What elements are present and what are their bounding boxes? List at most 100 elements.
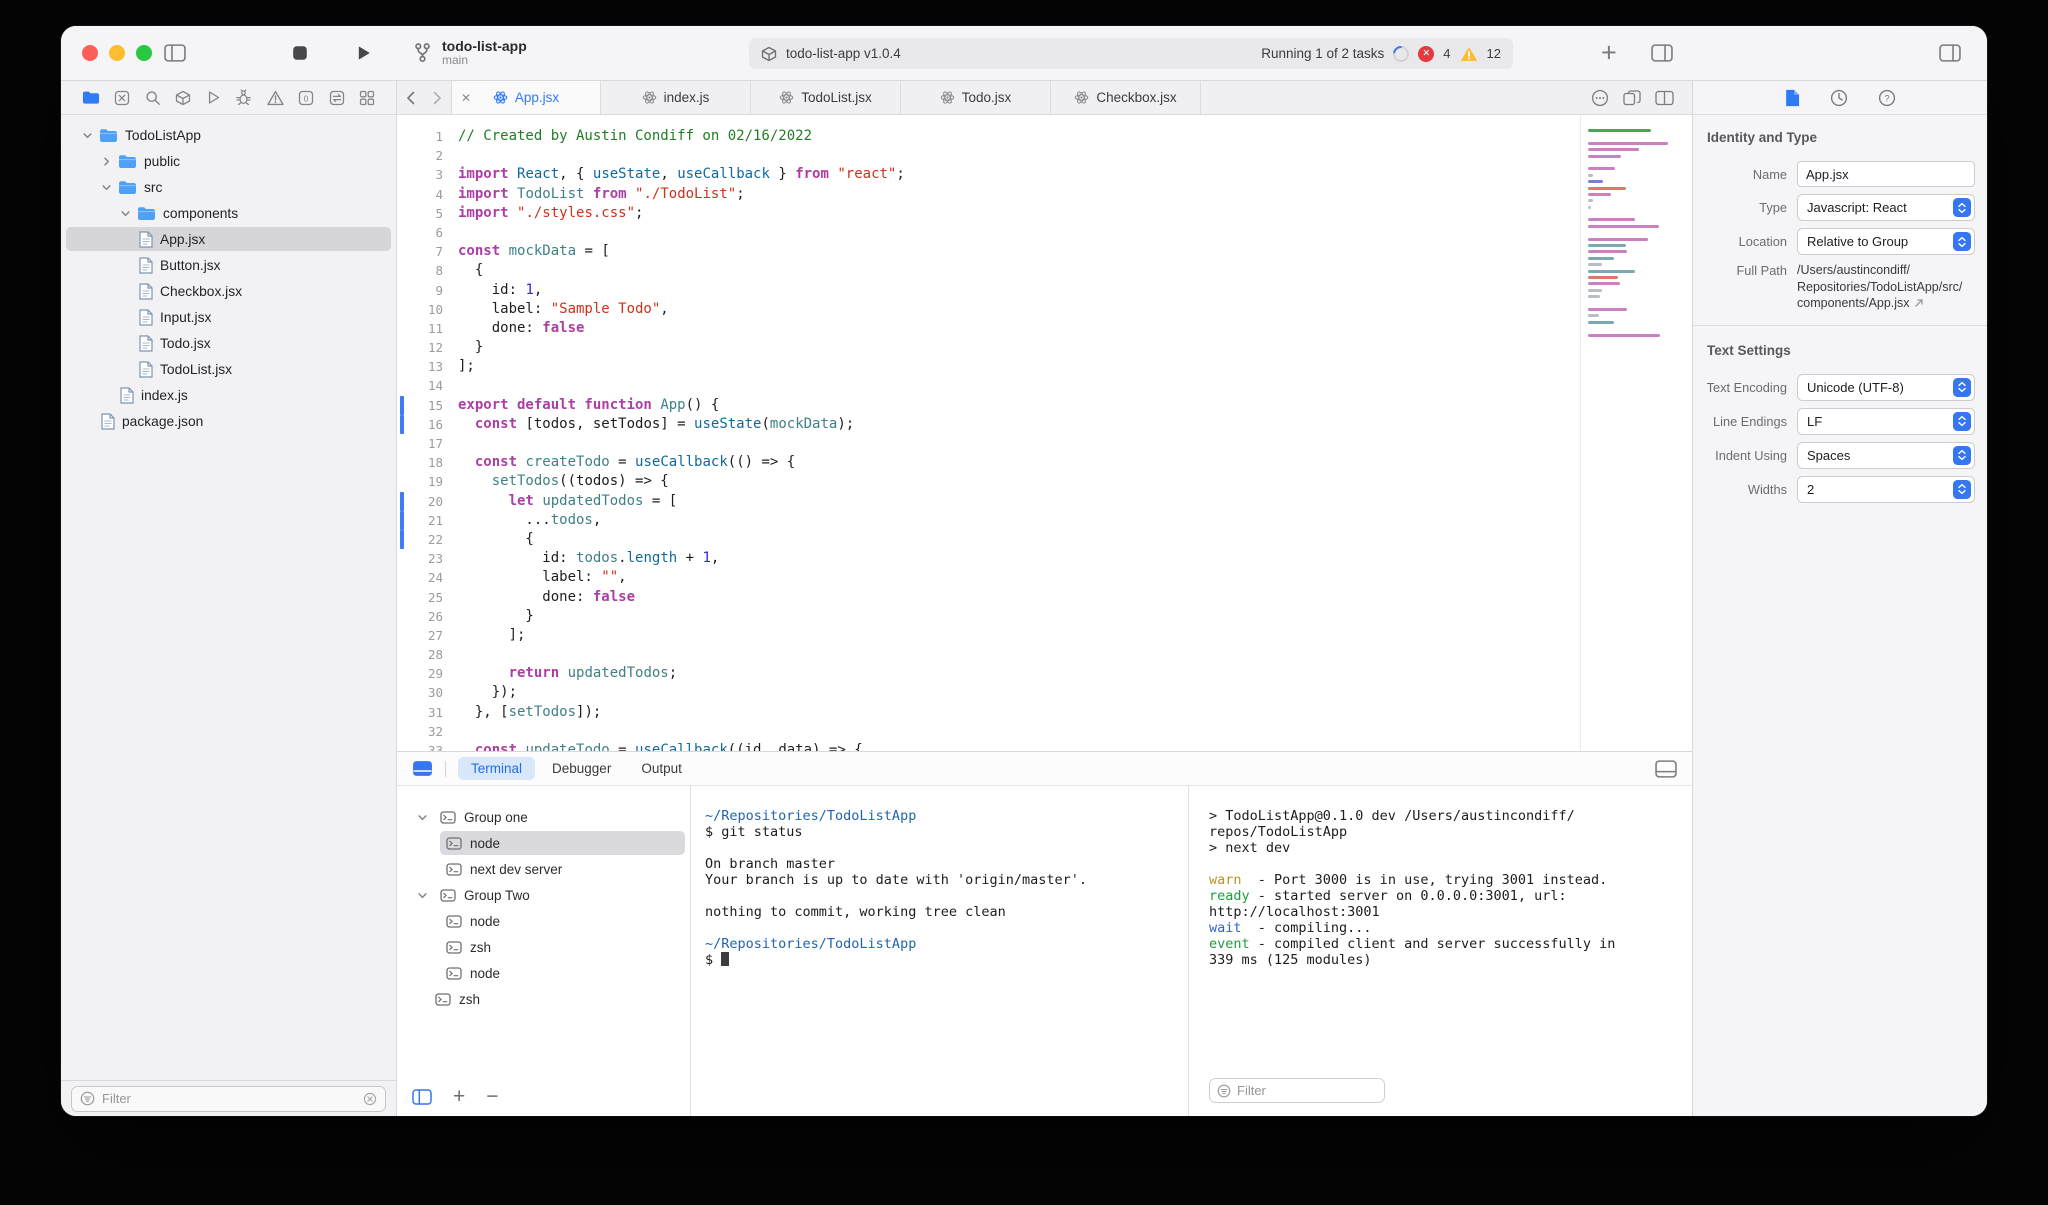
code-line-5[interactable]: 5 import "./styles.css";: [397, 204, 1580, 223]
code-line-14[interactable]: 14: [397, 376, 1580, 395]
bug-icon[interactable]: [235, 89, 252, 106]
zero-square-icon[interactable]: 0: [298, 90, 314, 106]
chevron-down-icon[interactable]: [417, 890, 432, 901]
terminal-session-next-dev-server[interactable]: next dev server: [397, 856, 690, 882]
xmark-square-icon[interactable]: [114, 90, 130, 106]
sidebar-filter-input[interactable]: [102, 1091, 356, 1106]
tree-item-src[interactable]: src: [61, 174, 396, 200]
code-line-32[interactable]: 32: [397, 722, 1580, 741]
add-terminal-button[interactable]: +: [453, 1086, 465, 1108]
terminal-filter-field[interactable]: [1209, 1078, 1385, 1103]
code-line-17[interactable]: 17: [397, 434, 1580, 453]
code-line-30[interactable]: 30 });: [397, 683, 1580, 702]
terminal-session-node[interactable]: node: [397, 960, 690, 986]
terminal-session-zsh[interactable]: zsh: [397, 986, 690, 1012]
code-line-10[interactable]: 10 label: "Sample Todo",: [397, 300, 1580, 319]
code-line-7[interactable]: 7 const mockData = [: [397, 242, 1580, 261]
code-line-12[interactable]: 12 }: [397, 338, 1580, 357]
panel-tab-terminal[interactable]: Terminal: [458, 757, 536, 780]
type-select[interactable]: Javascript: React: [1797, 194, 1975, 221]
chevron-down-icon[interactable]: [82, 130, 99, 141]
terminal-filter-input[interactable]: [1237, 1083, 1377, 1098]
chevron-down-icon[interactable]: [120, 208, 137, 219]
navigate-forward-icon[interactable]: [424, 81, 451, 114]
code-line-23[interactable]: 23 id: todos.length + 1,: [397, 549, 1580, 568]
jump-arrow-icon[interactable]: [1914, 298, 1924, 308]
terminal-output-left[interactable]: ~/​Repositories/​TodoListApp $ git status…: [691, 786, 1189, 1116]
code-line-13[interactable]: 13];: [397, 357, 1580, 376]
minimap[interactable]: [1580, 115, 1692, 751]
tree-item-button-jsx[interactable]: Button.jsx: [61, 252, 396, 278]
tree-item-todolistapp[interactable]: TodoListApp: [61, 122, 396, 148]
code-line-26[interactable]: 26 }: [397, 607, 1580, 626]
code-line-11[interactable]: 11 done: false: [397, 319, 1580, 338]
tree-item-todolist-jsx[interactable]: TodoList.jsx: [61, 356, 396, 382]
terminal-group-group-one[interactable]: Group one: [397, 804, 690, 830]
compare-versions-icon[interactable]: [1623, 89, 1641, 106]
cube-icon[interactable]: [175, 90, 191, 106]
more-options-icon[interactable]: [1591, 89, 1609, 107]
terminal-session-node[interactable]: node: [397, 908, 690, 934]
tree-item-index-js[interactable]: index.js: [61, 382, 396, 408]
tab-todo-jsx[interactable]: Todo.jsx: [901, 81, 1051, 114]
terminal-session-zsh[interactable]: zsh: [397, 934, 690, 960]
activity-view[interactable]: todo-list-app v1.0.4 Running 1 of 2 task…: [749, 38, 1513, 69]
code-line-3[interactable]: 3 import React, { useState, useCallback }…: [397, 165, 1580, 184]
terminal-session-node[interactable]: node: [397, 830, 690, 856]
panel-tab-output[interactable]: Output: [628, 757, 695, 780]
code-line-9[interactable]: 9 id: 1,: [397, 281, 1580, 300]
close-window-button[interactable]: [82, 45, 98, 61]
code-line-19[interactable]: 19 setTodos((todos) => {: [397, 472, 1580, 491]
sidebar-filter-field[interactable]: [71, 1085, 386, 1112]
tree-item-checkbox-jsx[interactable]: Checkbox.jsx: [61, 278, 396, 304]
stop-task-button[interactable]: [292, 45, 308, 61]
code-editor[interactable]: 1// Created by Austin Condiff on 02/16/2…: [397, 115, 1692, 751]
collapse-panel-icon[interactable]: [1655, 759, 1677, 778]
run-task-button[interactable]: [355, 45, 372, 62]
code-line-4[interactable]: 4 import TodoList from "./TodoList";: [397, 185, 1580, 204]
code-line-28[interactable]: 28: [397, 645, 1580, 664]
code-line-29[interactable]: 29 return updatedTodos;: [397, 664, 1580, 683]
code-line-1[interactable]: 1// Created by Austin Condiff on 02/16/2…: [397, 127, 1580, 146]
tab-index-js[interactable]: index.js: [601, 81, 751, 114]
code-line-18[interactable]: 18 const createTodo = useCallback(() => …: [397, 453, 1580, 472]
warning-icon[interactable]: [266, 90, 284, 106]
chevron-right-icon[interactable]: [101, 156, 118, 167]
swap-square-icon[interactable]: [329, 90, 345, 106]
code-line-31[interactable]: 31 }, [setTodos]);: [397, 703, 1580, 722]
lineendings-select[interactable]: LF: [1797, 407, 1975, 435]
folder-icon[interactable]: [82, 90, 100, 105]
terminal-group-group-two[interactable]: Group Two: [397, 882, 690, 908]
toggle-left-sidebar-icon[interactable]: [164, 44, 186, 63]
panel-drawer-icon[interactable]: [412, 760, 433, 777]
history-inspector-icon[interactable]: [1830, 89, 1848, 107]
close-tab-icon[interactable]: ✕: [461, 91, 471, 105]
encoding-select[interactable]: Unicode (UTF-8): [1797, 373, 1975, 401]
code-line-25[interactable]: 25 done: false: [397, 588, 1580, 607]
tree-item-input-jsx[interactable]: Input.jsx: [61, 304, 396, 330]
zoom-window-button[interactable]: [136, 45, 152, 61]
location-select[interactable]: Relative to Group: [1797, 228, 1975, 255]
chevron-down-icon[interactable]: [101, 182, 118, 193]
help-inspector-icon[interactable]: ?: [1878, 89, 1896, 107]
chevron-down-icon[interactable]: [417, 812, 432, 823]
play-icon[interactable]: [206, 90, 221, 105]
code-line-20[interactable]: 20 let updatedTodos = [: [397, 491, 1580, 511]
tree-item-app-jsx[interactable]: App.jsx: [61, 226, 396, 252]
tree-item-todo-jsx[interactable]: Todo.jsx: [61, 330, 396, 356]
code-line-24[interactable]: 24 label: "",: [397, 568, 1580, 587]
search-icon[interactable]: [145, 90, 161, 106]
grid-icon[interactable]: [359, 90, 375, 106]
indent-select[interactable]: Spaces: [1797, 441, 1975, 469]
tab-todolist-jsx[interactable]: TodoList.jsx: [751, 81, 901, 114]
sidebar-split-icon[interactable]: [412, 1089, 432, 1105]
code-content[interactable]: 1// Created by Austin Condiff on 02/16/2…: [397, 115, 1580, 751]
tab-app-jsx[interactable]: ✕ App.jsx: [451, 81, 601, 114]
split-columns-icon[interactable]: [1655, 90, 1674, 106]
panel-tab-debugger[interactable]: Debugger: [539, 757, 624, 780]
minimize-window-button[interactable]: [109, 45, 125, 61]
remove-terminal-button[interactable]: −: [486, 1086, 498, 1108]
tree-item-package-json[interactable]: package.json: [61, 408, 396, 434]
code-line-21[interactable]: 21 ...todos,: [397, 510, 1580, 530]
name-field[interactable]: App.jsx: [1797, 161, 1975, 187]
